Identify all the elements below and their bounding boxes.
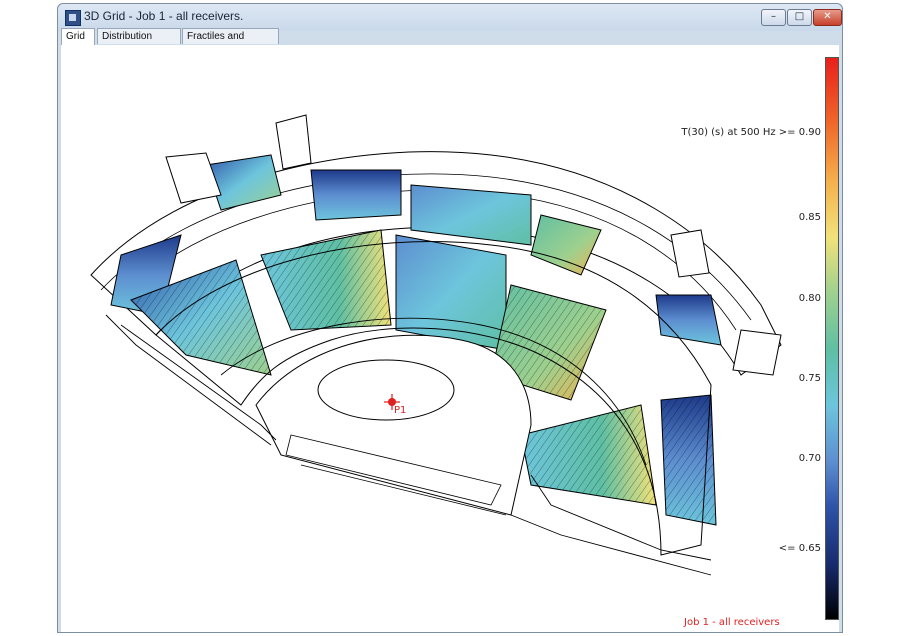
minimize-button[interactable]: –: [761, 9, 786, 26]
scale-label-min: <= 0.65: [778, 543, 821, 554]
maximize-button[interactable]: □: [787, 9, 812, 26]
color-scale-bar: [825, 57, 839, 620]
tab-bar: Grid Distribution graph Fractiles and av…: [61, 28, 838, 57]
stage-floor: [255, 334, 532, 516]
title-bar[interactable]: 3D Grid - Job 1 - all receivers. – □ ✕: [58, 4, 842, 31]
source-label: P1: [394, 405, 407, 416]
scale-label-0-80: 0.80: [798, 293, 821, 304]
app-window: 3D Grid - Job 1 - all receivers. – □ ✕ G…: [57, 3, 843, 633]
scale-label-0-75: 0.75: [798, 373, 821, 384]
close-button[interactable]: ✕: [813, 9, 842, 26]
window-title: 3D Grid - Job 1 - all receivers.: [84, 9, 244, 23]
scale-label-0-70: 0.70: [798, 453, 821, 464]
app-icon: [65, 10, 81, 26]
metric-label: T(30) (s) at 500 Hz >= 0.90: [681, 127, 821, 138]
tab-distribution-graph[interactable]: Distribution graph: [97, 28, 181, 57]
3d-grid-viewport[interactable]: P1 T(30) (s) at 500 Hz >= 0.90 0.85 0.80…: [61, 45, 839, 632]
scale-label-0-85: 0.85: [798, 212, 821, 223]
tab-grid[interactable]: Grid: [61, 28, 95, 45]
tab-fractiles-and-average[interactable]: Fractiles and average: [182, 28, 279, 57]
job-footer-label: Job 1 - all receivers: [684, 617, 780, 628]
